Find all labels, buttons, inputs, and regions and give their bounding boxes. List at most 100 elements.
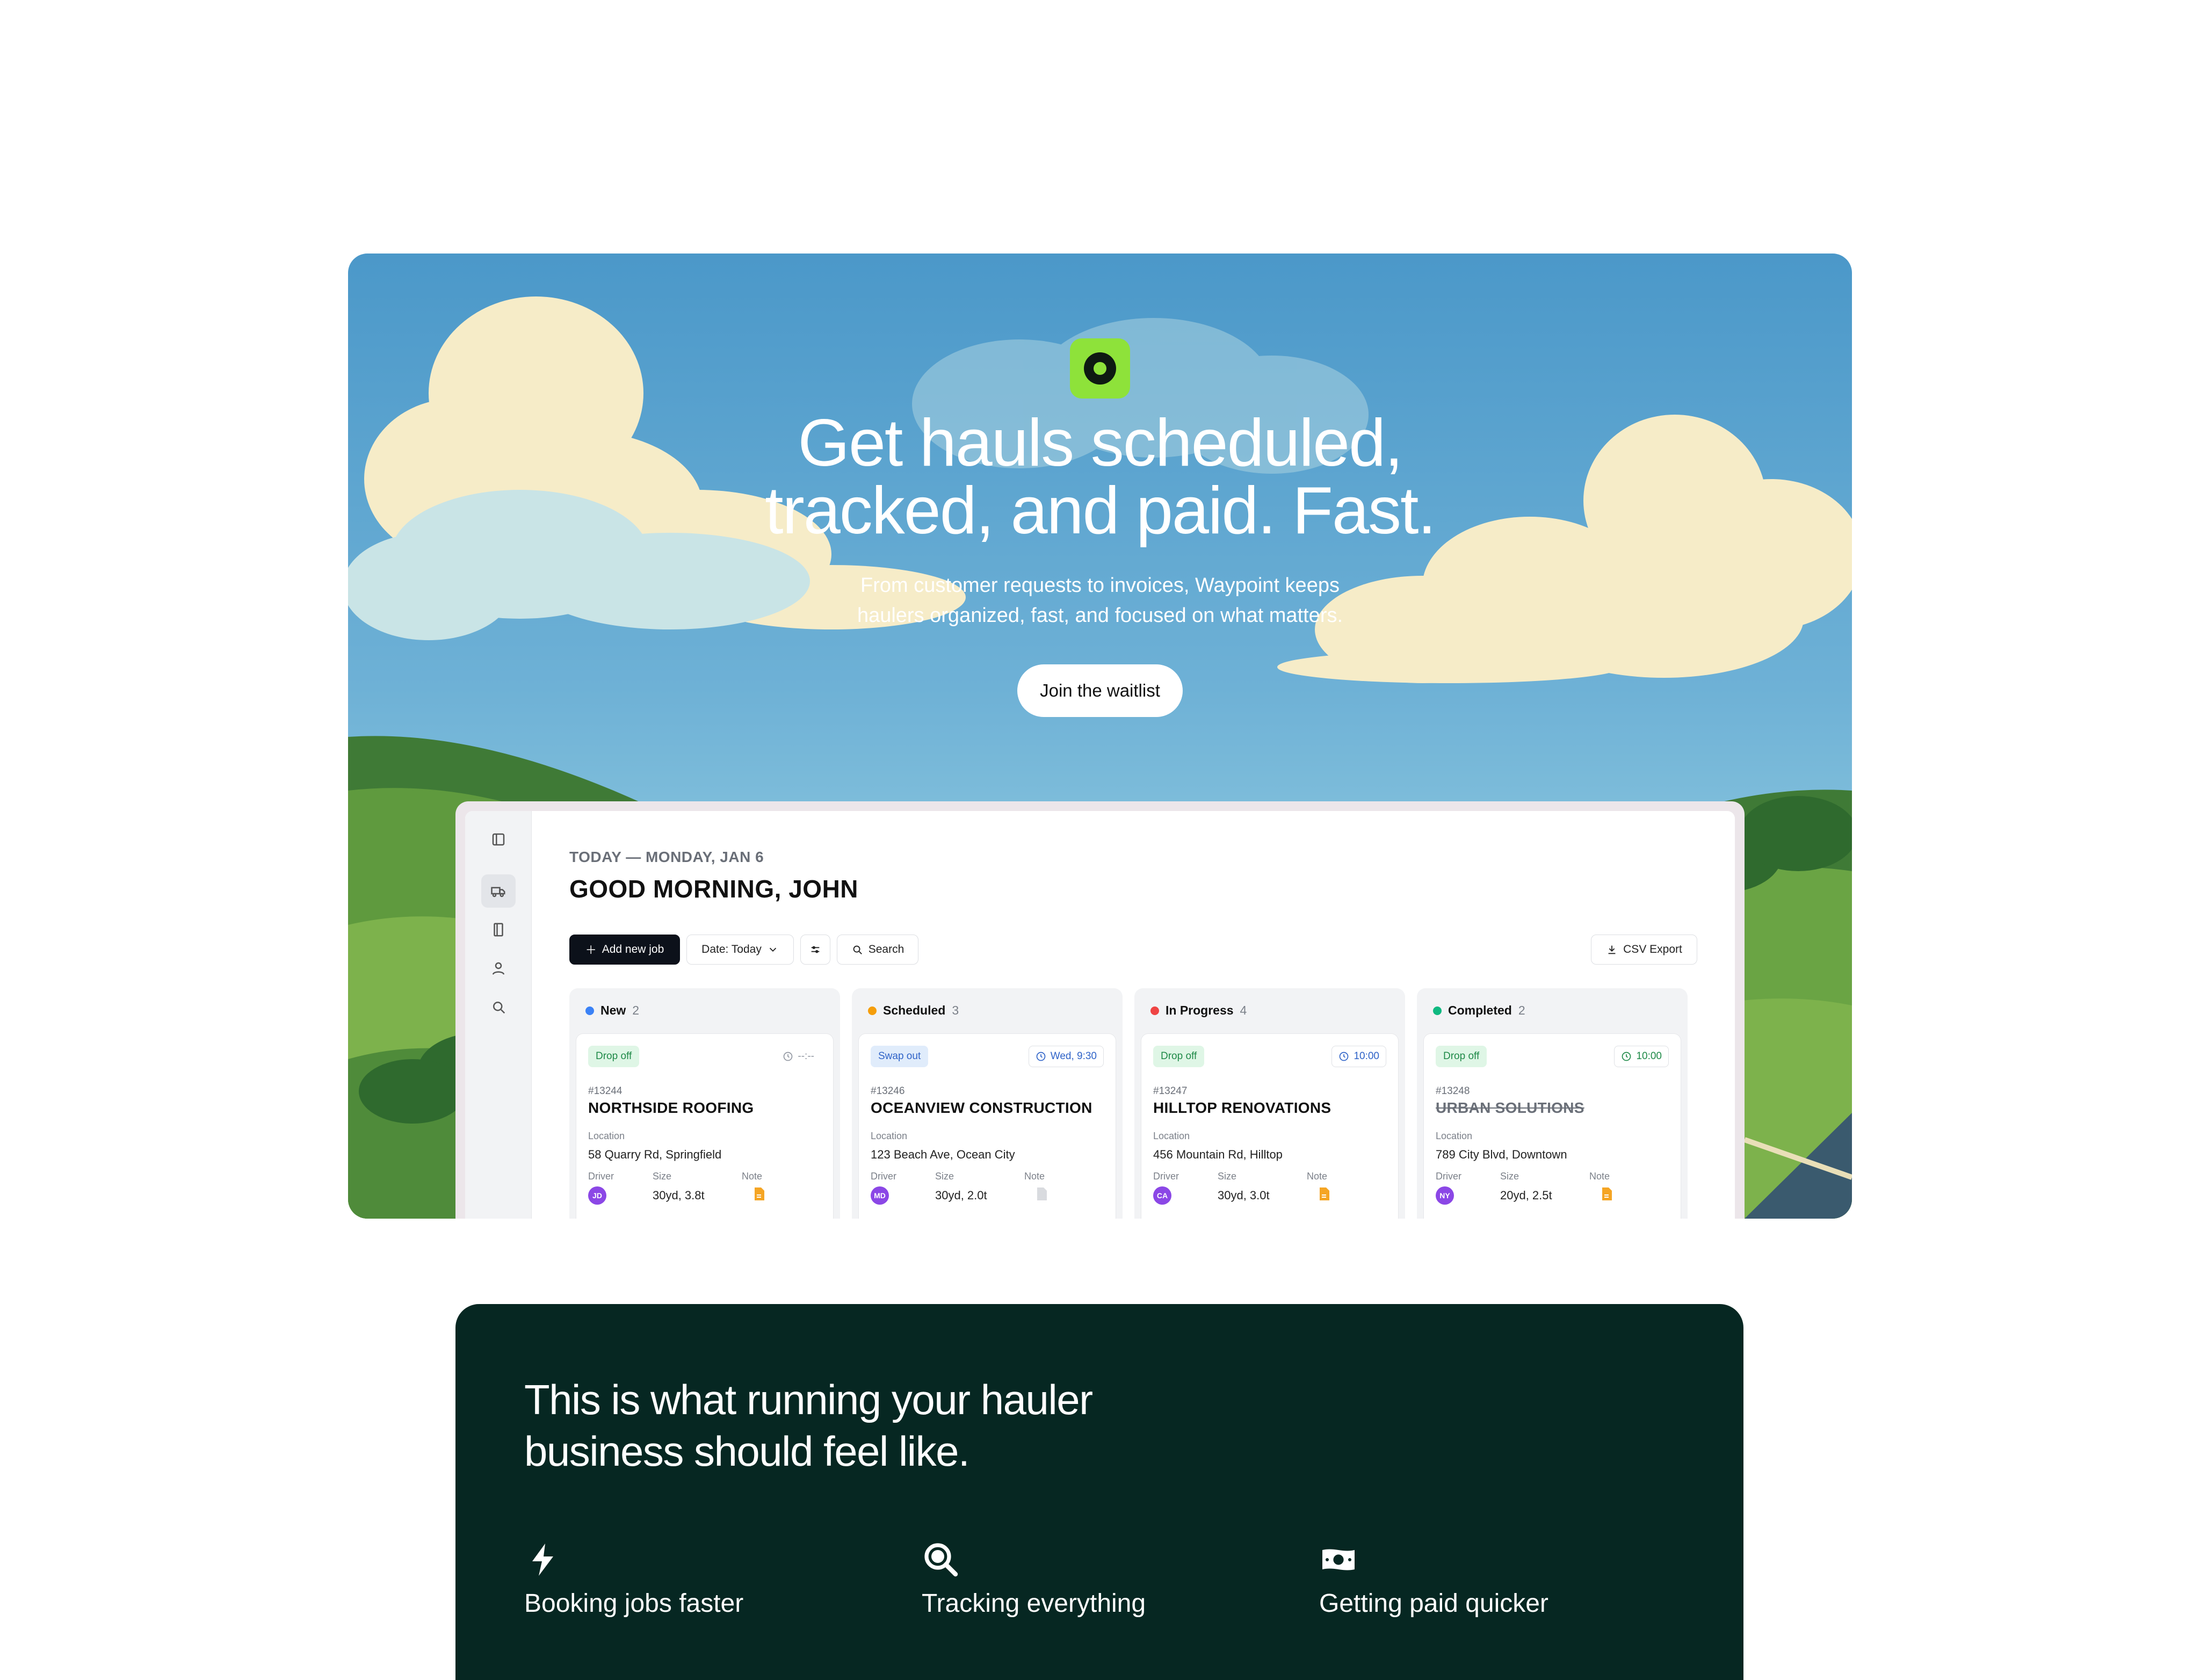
- time-label: --:--: [798, 1051, 814, 1062]
- size-label: Size: [1500, 1171, 1519, 1182]
- location-label: Location: [588, 1131, 625, 1141]
- column-header: Completed 2: [1433, 1003, 1525, 1018]
- driver-avatar[interactable]: JD: [588, 1186, 606, 1205]
- kanban-column: Completed 2 Drop off 10:00 #13248 URBAN SOLUT…: [1417, 988, 1688, 1219]
- job-card[interactable]: Drop off --:-- #13244 NORTHSIDE ROOFING Loca…: [576, 1033, 834, 1219]
- features-section: This is what running your hauler busines…: [455, 1304, 1743, 1680]
- csv-export-label: CSV Export: [1623, 943, 1682, 955]
- hero-subtitle-line-2: haulers organized, fast, and focused on …: [857, 604, 1343, 627]
- sidebar: [465, 811, 532, 1219]
- driver-label: Driver: [871, 1171, 896, 1182]
- hero-subtitle: From customer requests to invoices, Wayp…: [778, 570, 1422, 631]
- driver-avatar[interactable]: NY: [1436, 1186, 1454, 1205]
- csv-export-button[interactable]: CSV Export: [1591, 935, 1697, 965]
- job-id: #13247: [1153, 1085, 1188, 1097]
- size-value: 20yd, 2.5t: [1500, 1189, 1552, 1202]
- clock-icon: [1621, 1051, 1632, 1062]
- location-label: Location: [871, 1131, 908, 1141]
- size-value: 30yd, 2.0t: [935, 1189, 987, 1202]
- app-window: TODAY — MONDAY, JAN 6 GOOD MORNING, JOHN…: [465, 811, 1735, 1219]
- job-id: #13244: [588, 1085, 623, 1097]
- join-waitlist-button[interactable]: Join the waitlist: [1017, 664, 1183, 717]
- feature-payment: [1319, 1540, 1641, 1582]
- driver-label: Driver: [1436, 1171, 1461, 1182]
- job-id: #13246: [871, 1085, 905, 1097]
- driver-avatar[interactable]: MD: [871, 1186, 889, 1205]
- job-card[interactable]: Drop off 10:00 #13247 HILLTOP RENOVATIONS Lo…: [1141, 1033, 1399, 1219]
- sidebar-toggle-icon[interactable]: [481, 823, 516, 856]
- company-name: HILLTOP RENOVATIONS: [1153, 1099, 1331, 1116]
- kanban-board: New 2 Drop off --:-- #13244 NORTHSIDE ROOFING…: [569, 988, 1697, 1219]
- column-name: Scheduled: [883, 1003, 946, 1017]
- time-chip[interactable]: 10:00: [1331, 1046, 1386, 1067]
- search-button[interactable]: Search: [837, 935, 918, 965]
- column-name: Completed: [1448, 1003, 1512, 1017]
- kanban-column: In Progress 4 Drop off 10:00 #13247 HILLTOP R…: [1134, 988, 1405, 1219]
- time-label: Wed, 9:30: [1050, 1051, 1097, 1062]
- note-label: Note: [742, 1171, 763, 1182]
- status-dot: [585, 1006, 594, 1015]
- size-label: Size: [1218, 1171, 1237, 1182]
- hero-title-line-2: tracked, and paid. Fast.: [765, 474, 1436, 548]
- clock-icon: [1338, 1051, 1349, 1062]
- feature-tracking: [922, 1540, 1244, 1582]
- driver-avatar[interactable]: CA: [1153, 1186, 1171, 1205]
- filter-settings-button[interactable]: [800, 935, 830, 965]
- job-card[interactable]: Drop off 10:00 #13248 URBAN SOLUTIONS Locati…: [1423, 1033, 1681, 1219]
- note-file-icon[interactable]: [1601, 1186, 1613, 1201]
- time-label: 10:00: [1636, 1051, 1662, 1062]
- feature-tracking-label: Tracking everything: [922, 1589, 1146, 1618]
- add-new-job-label: Add new job: [602, 943, 664, 955]
- job-card[interactable]: Swap out Wed, 9:30 #13246 OCEANVIEW CONSTRU…: [858, 1033, 1116, 1219]
- book-icon[interactable]: [481, 913, 516, 946]
- size-label: Size: [935, 1171, 954, 1182]
- location-value: 789 City Blvd, Downtown: [1436, 1148, 1567, 1161]
- time-chip[interactable]: Wed, 9:30: [1028, 1046, 1104, 1067]
- time-chip[interactable]: --:--: [776, 1046, 821, 1067]
- hero-title-line-1: Get hauls scheduled,: [798, 406, 1403, 480]
- hero-subtitle-line-1: From customer requests to invoices, Wayp…: [860, 574, 1340, 597]
- note-label: Note: [1589, 1171, 1610, 1182]
- cash-icon: [1322, 1549, 1355, 1570]
- clock-icon: [783, 1051, 793, 1062]
- column-header: Scheduled 3: [868, 1003, 959, 1018]
- column-count: 4: [1240, 1003, 1247, 1017]
- size-value: 30yd, 3.0t: [1218, 1189, 1270, 1202]
- time-chip[interactable]: 10:00: [1614, 1046, 1669, 1067]
- feature-payment-label: Getting paid quicker: [1319, 1589, 1548, 1618]
- dashboard-main: TODAY — MONDAY, JAN 6 GOOD MORNING, JOHN…: [532, 811, 1735, 1219]
- time-label: 10:00: [1354, 1051, 1379, 1062]
- note-file-icon[interactable]: [1319, 1186, 1330, 1201]
- size-label: Size: [653, 1171, 672, 1182]
- note-label: Note: [1024, 1171, 1045, 1182]
- greeting-title: GOOD MORNING, JOHN: [569, 875, 859, 903]
- location-label: Location: [1436, 1131, 1473, 1141]
- truck-icon[interactable]: [481, 874, 516, 908]
- location-value: 123 Beach Ave, Ocean City: [871, 1148, 1015, 1161]
- status-dot: [868, 1006, 877, 1015]
- job-type-badge: Swap out: [871, 1046, 929, 1067]
- column-count: 2: [632, 1003, 640, 1017]
- size-value: 30yd, 3.8t: [653, 1189, 705, 1202]
- lightning-icon: [532, 1544, 553, 1576]
- column-name: New: [600, 1003, 626, 1017]
- add-new-job-button[interactable]: ＋ Add new job: [569, 935, 680, 965]
- sliders-icon: [811, 946, 820, 953]
- company-name: URBAN SOLUTIONS: [1436, 1099, 1584, 1116]
- column-header: New 2: [585, 1003, 639, 1018]
- user-icon[interactable]: [481, 952, 516, 985]
- search-icon[interactable]: [481, 990, 516, 1024]
- hero-title: Get hauls scheduled, tracked, and paid. …: [617, 409, 1583, 545]
- note-file-icon[interactable]: [754, 1186, 765, 1201]
- company-name: OCEANVIEW CONSTRUCTION: [871, 1099, 1092, 1116]
- plus-icon: ＋: [585, 944, 597, 957]
- driver-label: Driver: [588, 1171, 614, 1182]
- job-type-badge: Drop off: [1436, 1046, 1487, 1067]
- feature-booking: [524, 1540, 846, 1582]
- app-window-frame: TODAY — MONDAY, JAN 6 GOOD MORNING, JOHN…: [455, 801, 1745, 1219]
- magnifier-icon: [924, 1543, 958, 1577]
- date-filter-dropdown[interactable]: Date: Today: [686, 935, 794, 965]
- column-header: In Progress 4: [1150, 1003, 1247, 1018]
- status-dot: [1150, 1006, 1159, 1015]
- features-title-line-1: This is what running your hauler: [524, 1376, 1093, 1423]
